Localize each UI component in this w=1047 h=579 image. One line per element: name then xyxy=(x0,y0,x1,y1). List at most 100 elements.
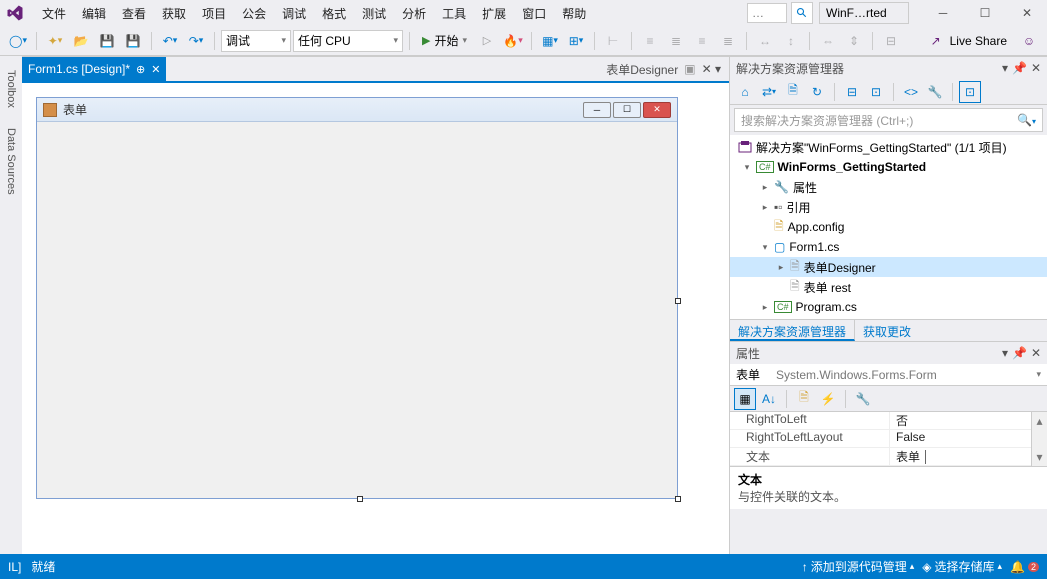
menu-file[interactable]: 文件 xyxy=(34,2,74,25)
props-scrollbar[interactable]: ▴▾ xyxy=(1031,412,1047,466)
liveshare-icon[interactable]: ↗ xyxy=(924,29,948,53)
menu-analyze[interactable]: 分析 xyxy=(394,2,434,25)
toolbar-btn-b[interactable]: ⊞▾ xyxy=(564,29,588,53)
se-refresh-icon[interactable]: ↻ xyxy=(806,81,828,103)
save-button[interactable]: 💾 xyxy=(95,29,119,53)
start-debug-button[interactable]: ▶开始▾ xyxy=(416,30,473,52)
chevron-right-icon[interactable]: ▸ xyxy=(760,182,770,193)
close-panel-icon[interactable]: ✕ xyxy=(1031,346,1041,360)
prop-value[interactable]: False xyxy=(890,430,1031,447)
close-panel-icon[interactable]: ✕ xyxy=(1031,61,1041,75)
align-c-icon: ≡ xyxy=(690,29,714,53)
menu-format[interactable]: 格式 xyxy=(314,2,354,25)
search-icon[interactable]: 🔍▾ xyxy=(1017,113,1036,127)
nav-back-button[interactable]: ◯ ▾ xyxy=(6,29,30,53)
tree-appconfig-node[interactable]: 🗎 App.config xyxy=(730,217,1047,237)
menu-window[interactable]: 窗口 xyxy=(514,2,554,25)
menu-help[interactable]: 帮助 xyxy=(554,2,594,25)
menu-debug[interactable]: 调试 xyxy=(274,2,314,25)
hot-reload-button[interactable]: 🔥▾ xyxy=(501,29,525,53)
scroll-down-icon[interactable]: ▾ xyxy=(1036,450,1042,464)
tree-form1-rest-node[interactable]: 🗎 表单 rest xyxy=(730,277,1047,297)
se-showall-icon[interactable]: ⊡ xyxy=(865,81,887,103)
toolbox-tab[interactable]: Toolbox xyxy=(3,64,19,114)
tree-properties-node[interactable]: ▸ 🔧 属性 xyxy=(730,177,1047,197)
se-search-input[interactable]: 搜索解决方案资源管理器 (Ctrl+;) 🔍▾ xyxy=(734,108,1043,132)
properties-object-combo[interactable]: 表单 System.Windows.Forms.Form ▾ xyxy=(730,364,1047,386)
se-properties-icon[interactable]: 🔧 xyxy=(924,81,946,103)
menu-get[interactable]: 获取 xyxy=(154,2,194,25)
promote-icon[interactable]: ▣ xyxy=(684,62,695,76)
se-code-icon[interactable]: <> xyxy=(900,81,922,103)
close-all-icon[interactable]: ✕ ▾ xyxy=(702,62,721,76)
chevron-down-icon[interactable]: ▾ xyxy=(760,242,770,253)
menu-test[interactable]: 测试 xyxy=(354,2,394,25)
save-all-button[interactable]: 💾 xyxy=(121,29,145,53)
pin-icon[interactable]: ⊕ xyxy=(136,63,145,76)
props-row-rtl[interactable]: RightToLeft 否 xyxy=(730,412,1031,430)
menu-build[interactable]: 公会 xyxy=(234,2,274,25)
search-button[interactable] xyxy=(791,2,813,24)
window-dropdown-icon[interactable]: ▾ xyxy=(1002,346,1008,360)
menu-project[interactable]: 项目 xyxy=(194,2,234,25)
undo-button[interactable]: ↶▾ xyxy=(158,29,182,53)
scroll-up-icon[interactable]: ▴ xyxy=(1036,414,1042,428)
events-icon[interactable]: ⚡ xyxy=(817,388,839,410)
properties-grid[interactable]: RightToLeft 否 RightToLeftLayout False 文本… xyxy=(730,412,1031,466)
chevron-down-icon[interactable]: ▾ xyxy=(742,162,752,173)
open-button[interactable]: 📂 xyxy=(69,29,93,53)
pin-panel-icon[interactable]: 📌 xyxy=(1012,61,1027,75)
sb-add-source-control[interactable]: ↑添加到源代码管理▴ xyxy=(802,558,915,575)
props-row-rtllayout[interactable]: RightToLeftLayout False xyxy=(730,430,1031,448)
datasources-tab[interactable]: Data Sources xyxy=(3,122,19,201)
tree-form1-node[interactable]: ▾ ▢ Form1.cs xyxy=(730,237,1047,257)
alphabetical-icon[interactable]: A↓ xyxy=(758,388,780,410)
liveshare-label[interactable]: Live Share xyxy=(950,34,1007,48)
designer-surface[interactable]: 表单 ─ ☐ ✕ xyxy=(22,81,729,554)
pin-panel-icon[interactable]: 📌 xyxy=(1012,346,1027,360)
sb-select-repo[interactable]: ◈选择存储库▴ xyxy=(922,558,1002,575)
redo-button[interactable]: ↷▾ xyxy=(184,29,208,53)
prop-value[interactable]: 表单 xyxy=(890,448,1031,465)
form-preview[interactable]: 表单 ─ ☐ ✕ xyxy=(36,97,678,499)
close-tab-icon[interactable]: ✕ xyxy=(151,63,160,76)
configuration-combo[interactable]: 调试▾ xyxy=(221,30,291,52)
se-tab-explorer[interactable]: 解决方案资源管理器 xyxy=(730,320,855,341)
se-switch-icon[interactable]: ⇄▾ xyxy=(758,81,780,103)
platform-combo[interactable]: 任何 CPU▾ xyxy=(293,30,403,52)
menu-edit[interactable]: 编辑 xyxy=(74,2,114,25)
se-tab-changes[interactable]: 获取更改 xyxy=(855,320,919,341)
tree-form1-designer-node[interactable]: ▸ 🗎 表单Designer xyxy=(730,257,1047,277)
sb-notifications[interactable]: 🔔2 xyxy=(1010,560,1039,574)
tree-program-node[interactable]: ▸ C# Program.cs xyxy=(730,297,1047,317)
chevron-right-icon[interactable]: ▸ xyxy=(760,202,770,213)
minimize-button[interactable]: ─ xyxy=(929,2,957,24)
document-tab-form1[interactable]: Form1.cs [Design]* ⊕ ✕ xyxy=(22,57,166,81)
se-home-icon[interactable]: ⌂ xyxy=(734,81,756,103)
se-preview-icon[interactable]: ⊡ xyxy=(959,81,981,103)
close-button[interactable]: ✕ xyxy=(1013,2,1041,24)
chevron-right-icon[interactable]: ▸ xyxy=(760,302,770,313)
menu-extensions[interactable]: 扩展 xyxy=(474,2,514,25)
maximize-button[interactable]: ☐ xyxy=(971,2,999,24)
props-row-text[interactable]: 文本 表单 xyxy=(730,448,1031,466)
menu-view[interactable]: 查看 xyxy=(114,2,154,25)
tree-references-node[interactable]: ▸ ▪▫ 引用 xyxy=(730,197,1047,217)
menu-tools[interactable]: 工具 xyxy=(434,2,474,25)
toolbar-btn-a[interactable]: ▦▾ xyxy=(538,29,562,53)
chevron-right-icon[interactable]: ▸ xyxy=(776,262,786,273)
start-nodebug-button[interactable]: ▷ xyxy=(475,29,499,53)
se-sync-icon[interactable]: 🗎 xyxy=(782,81,804,103)
new-item-button[interactable]: ✦▾ xyxy=(43,29,67,53)
feedback-button[interactable]: ☺ xyxy=(1017,29,1041,53)
props-properties-icon[interactable]: 🗎 xyxy=(793,388,815,410)
tree-solution-node[interactable]: 解决方案"WinForms_GettingStarted" (1/1 项目) xyxy=(730,137,1047,157)
tree-project-node[interactable]: ▾ C# WinForms_GettingStarted xyxy=(730,157,1047,177)
form-client-area[interactable] xyxy=(37,122,677,498)
search-input[interactable] xyxy=(747,3,787,23)
props-wrench-icon[interactable]: 🔧 xyxy=(852,388,874,410)
categorized-icon[interactable]: ▦ xyxy=(734,388,756,410)
prop-value[interactable]: 否 xyxy=(890,412,1031,429)
se-collapse-icon[interactable]: ⊟ xyxy=(841,81,863,103)
window-dropdown-icon[interactable]: ▾ xyxy=(1002,61,1008,75)
